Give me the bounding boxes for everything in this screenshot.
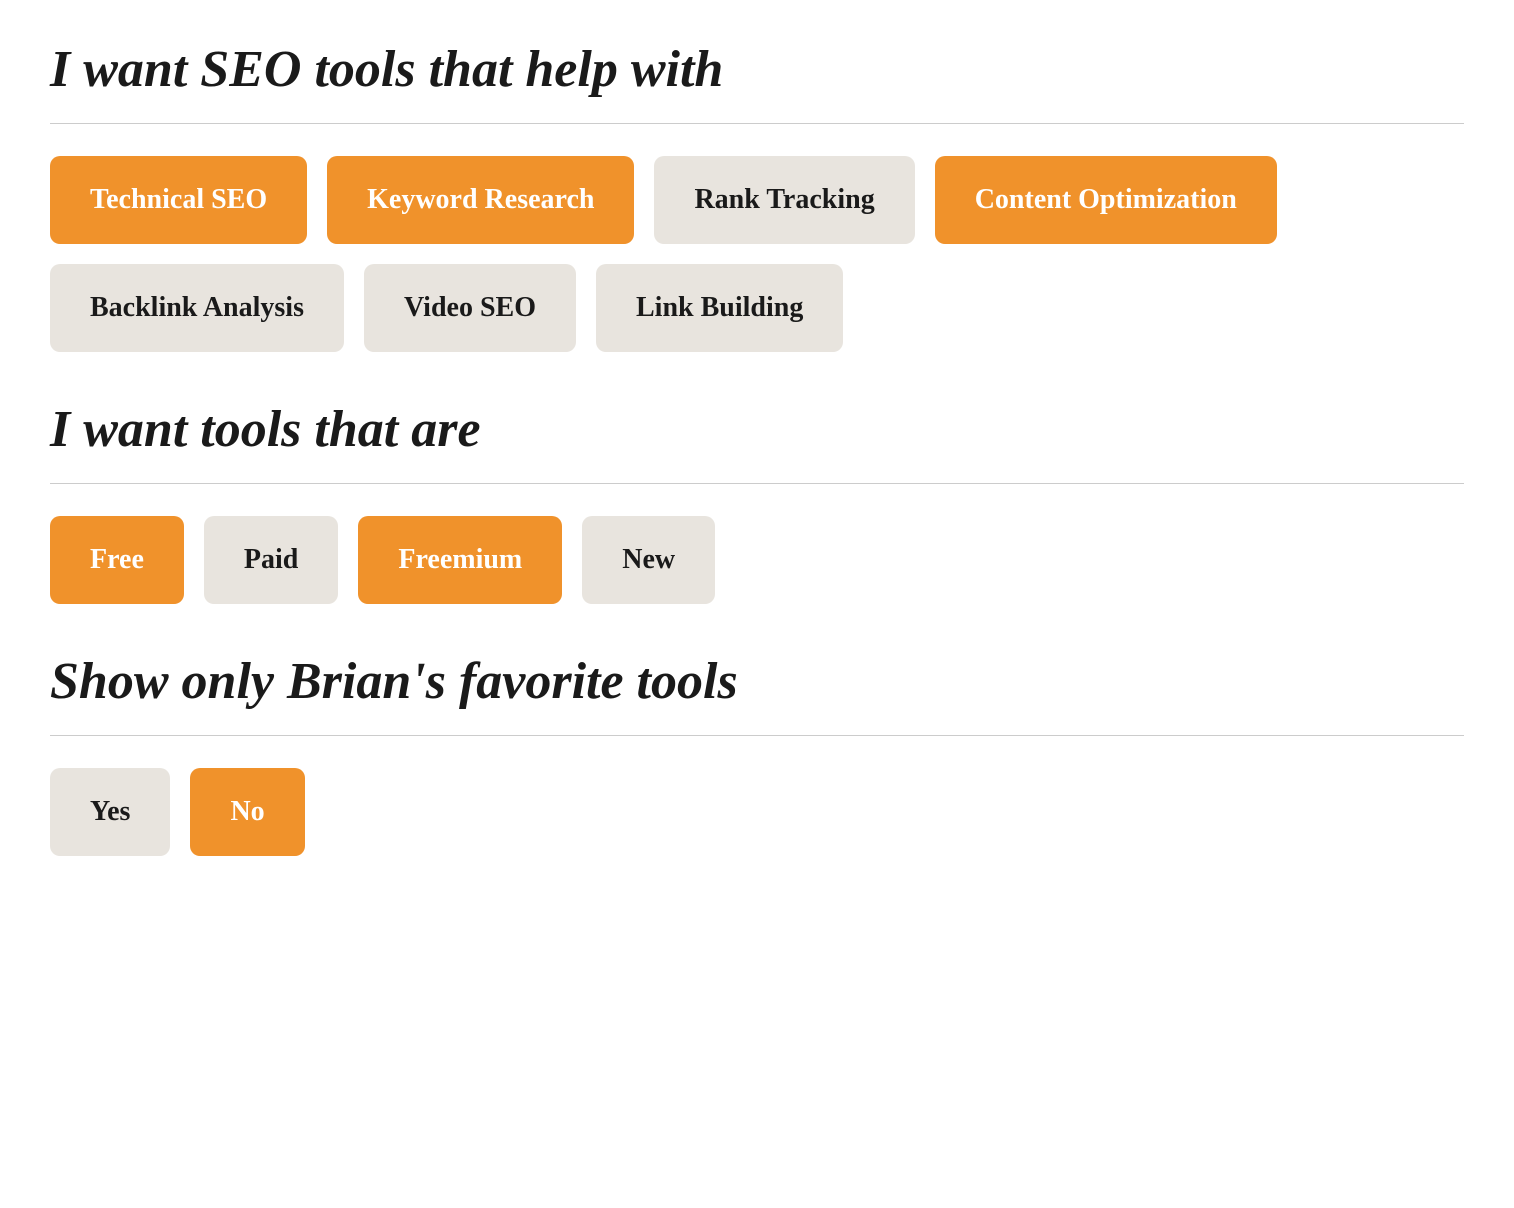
rank-tracking-btn[interactable]: Rank Tracking (654, 156, 914, 244)
favorites-section: Show only Brian's favorite tools YesNo (50, 652, 1464, 856)
section2-divider (50, 483, 1464, 484)
yes-btn[interactable]: Yes (50, 768, 170, 856)
freemium-btn[interactable]: Freemium (358, 516, 562, 604)
paid-btn[interactable]: Paid (204, 516, 338, 604)
seo-help-section: I want SEO tools that help with Technica… (50, 40, 1464, 352)
technical-seo-btn[interactable]: Technical SEO (50, 156, 307, 244)
section1-divider (50, 123, 1464, 124)
section2-button-group: FreePaidFreemiumNew (50, 516, 1464, 604)
section1-title: I want SEO tools that help with (50, 40, 1464, 99)
keyword-research-btn[interactable]: Keyword Research (327, 156, 634, 244)
section2-title: I want tools that are (50, 400, 1464, 459)
tools-type-section: I want tools that are FreePaidFreemiumNe… (50, 400, 1464, 604)
new-btn[interactable]: New (582, 516, 715, 604)
video-seo-btn[interactable]: Video SEO (364, 264, 576, 352)
section3-divider (50, 735, 1464, 736)
backlink-analysis-btn[interactable]: Backlink Analysis (50, 264, 344, 352)
section3-button-group: YesNo (50, 768, 1464, 856)
section3-title: Show only Brian's favorite tools (50, 652, 1464, 711)
no-btn[interactable]: No (190, 768, 304, 856)
link-building-btn[interactable]: Link Building (596, 264, 843, 352)
section1-button-group: Technical SEOKeyword ResearchRank Tracki… (50, 156, 1464, 352)
free-btn[interactable]: Free (50, 516, 184, 604)
content-optimization-btn[interactable]: Content Optimization (935, 156, 1277, 244)
